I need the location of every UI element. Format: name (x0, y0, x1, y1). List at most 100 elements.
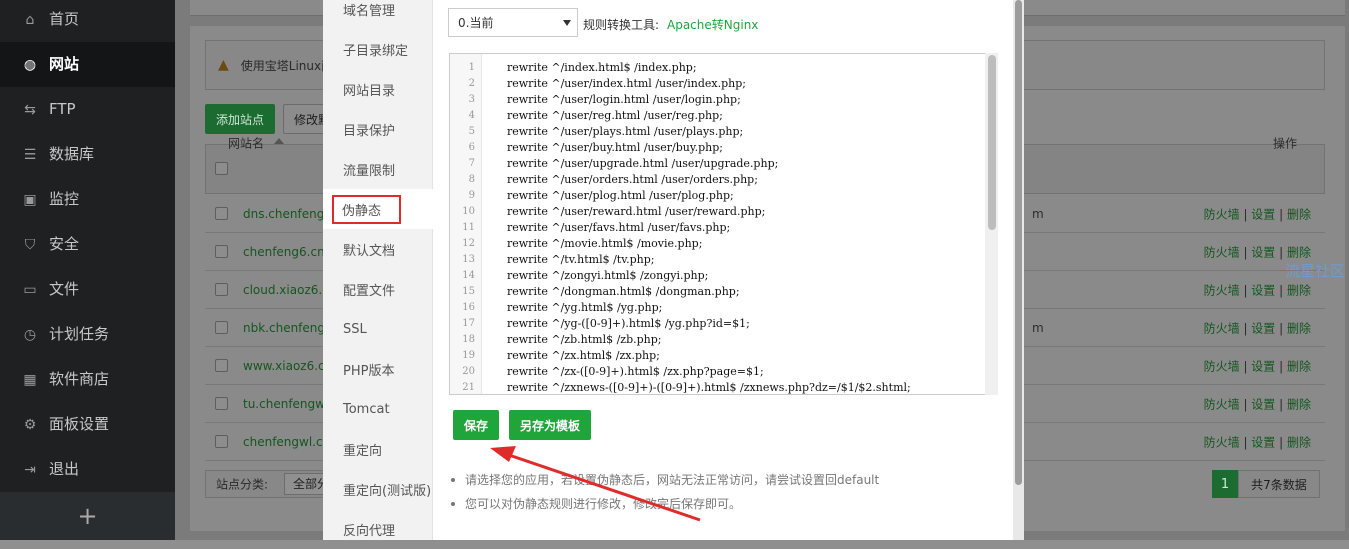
settings-link[interactable]: 设置 (1251, 245, 1275, 259)
grid-icon: ▦ (23, 371, 37, 388)
tab-3[interactable]: 目录保护 (323, 109, 433, 149)
delete-link[interactable]: 删除 (1287, 207, 1311, 221)
sidebar-item-6[interactable]: ▭ 文件 (0, 267, 175, 312)
row-checkbox[interactable] (215, 207, 228, 220)
editor-scrollbar[interactable] (985, 53, 998, 395)
code-area[interactable]: rewrite ^/index.html$ /index.php; rewrite… (507, 54, 987, 394)
site-name-link[interactable]: nbk.chenfengw (243, 321, 335, 335)
site-domain-suffix: m (1032, 320, 1044, 335)
sidebar-item-label: 软件商店 (49, 370, 110, 388)
tab-1[interactable]: 子目录绑定 (323, 29, 433, 69)
row-checkbox[interactable] (215, 283, 228, 296)
site-name-link[interactable]: dns.chenfengw (243, 207, 334, 221)
site-name-link[interactable]: tu.chenfengwl (243, 397, 328, 411)
firewall-link[interactable]: 防火墙 (1204, 207, 1240, 221)
tab-label: 目录保护 (343, 123, 396, 139)
version-select[interactable]: 0.当前 (448, 8, 578, 37)
sidebar-item-label: 数据库 (49, 145, 95, 163)
tab-13[interactable]: 反向代理 (323, 509, 433, 549)
tab-10[interactable]: Tomcat (323, 389, 433, 429)
save-as-template-button[interactable]: 另存为模板 (509, 410, 591, 440)
tab-6[interactable]: 默认文档 (323, 229, 433, 269)
tab-0[interactable]: 域名管理 (323, 0, 433, 29)
line-number: 7 (468, 158, 475, 169)
tab-7[interactable]: 配置文件 (323, 269, 433, 309)
sidebar-item-8[interactable]: ▦ 软件商店 (0, 357, 175, 402)
modal-tabs: 域名管理 子目录绑定网站目录目录保护流量限制 伪静态 默认文档 配置文件 SSL PHP版本… (323, 0, 433, 540)
watermark: 流星社区 (1285, 262, 1346, 280)
code-line: rewrite ^/user/index.html /user/index.ph… (507, 77, 746, 90)
sidebar-item-1[interactable]: ◍ 网站 (0, 42, 175, 87)
tab-12[interactable]: 重定向(测试版) (323, 469, 433, 509)
code-line: rewrite ^/user/orders.html /user/orders.… (507, 173, 758, 186)
rule-tool-label: 规则转换工具: (583, 18, 660, 32)
code-line: rewrite ^/zongyi.html$ /zongyi.php; (507, 269, 709, 282)
row-checkbox[interactable] (215, 245, 228, 258)
row-checkbox[interactable] (215, 397, 228, 410)
sidebar-item-2[interactable]: ⇆ FTP (0, 87, 175, 132)
row-actions: 防火墙 | 设置 | 删除 (1203, 283, 1311, 297)
rule-tool-link[interactable]: Apache转Nginx (667, 16, 758, 33)
select-all-checkbox[interactable] (215, 162, 228, 175)
tab-4[interactable]: 流量限制 (323, 149, 433, 189)
sidebar-item-7[interactable]: ◷ 计划任务 (0, 312, 175, 357)
settings-link[interactable]: 设置 (1251, 435, 1275, 449)
column-ops: 操作 (1273, 136, 1298, 151)
tab-9[interactable]: PHP版本 (323, 349, 433, 389)
modal-scrollbar[interactable] (1013, 0, 1024, 540)
sidebar-item-9[interactable]: ⚙ 面板设置 (0, 402, 175, 447)
tab-label: SSL (343, 321, 367, 337)
firewall-link[interactable]: 防火墙 (1204, 435, 1240, 449)
delete-link[interactable]: 删除 (1287, 283, 1311, 297)
line-number: 8 (468, 174, 475, 185)
row-actions: 防火墙 | 设置 | 删除 (1203, 245, 1311, 259)
firewall-link[interactable]: 防火墙 (1204, 245, 1240, 259)
sort-asc-icon[interactable] (274, 138, 284, 144)
line-number-gutter: 1 2 3 4 5 6 7 8 9 10 11 12 13 14 15 16 17 18 19 20 21 (450, 54, 482, 394)
code-line: rewrite ^/zxnews-([0-9]+)-([0-9]+).html$… (507, 381, 911, 394)
row-actions: 防火墙 | 设置 | 删除 (1203, 321, 1311, 335)
delete-link[interactable]: 删除 (1287, 435, 1311, 449)
site-name-link[interactable]: chenfengwl.co (243, 435, 330, 449)
sidebar-item-0[interactable]: ⌂ 首页 (0, 0, 175, 42)
line-number: 5 (468, 126, 475, 137)
delete-link[interactable]: 删除 (1287, 359, 1311, 373)
row-checkbox[interactable] (215, 321, 228, 334)
delete-link[interactable]: 删除 (1287, 245, 1311, 259)
firewall-link[interactable]: 防火墙 (1204, 359, 1240, 373)
settings-link[interactable]: 设置 (1251, 207, 1275, 221)
sidebar-item-5[interactable]: ⛉ 安全 (0, 222, 175, 267)
sidebar-item-label: 退出 (49, 460, 80, 478)
line-number: 3 (468, 94, 475, 105)
delete-link[interactable]: 删除 (1287, 321, 1311, 335)
firewall-link[interactable]: 防火墙 (1204, 321, 1240, 335)
page-current[interactable]: 1 (1212, 470, 1238, 498)
settings-link[interactable]: 设置 (1251, 283, 1275, 297)
delete-link[interactable]: 删除 (1287, 397, 1311, 411)
tab-5[interactable]: 伪静态 (323, 189, 433, 229)
row-checkbox[interactable] (215, 435, 228, 448)
rewrite-editor[interactable]: 1 2 3 4 5 6 7 8 9 10 11 12 13 14 15 16 17 18 19 20 21 rewrit… (449, 53, 998, 395)
settings-link[interactable]: 设置 (1251, 397, 1275, 411)
tab-label: 网站目录 (343, 83, 396, 99)
tab-8[interactable]: SSL (323, 309, 433, 349)
tab-2[interactable]: 网站目录 (323, 69, 433, 109)
home-icon: ⌂ (25, 11, 35, 28)
shield-icon: ⛉ (24, 236, 36, 253)
tab-11[interactable]: 重定向 (323, 429, 433, 469)
row-checkbox[interactable] (215, 359, 228, 372)
settings-link[interactable]: 设置 (1251, 321, 1275, 335)
site-name-link[interactable]: chenfeng6.cn (243, 245, 325, 259)
sidebar-item-4[interactable]: ▣ 监控 (0, 177, 175, 222)
sidebar-item-3[interactable]: ☰ 数据库 (0, 132, 175, 177)
firewall-link[interactable]: 防火墙 (1204, 397, 1240, 411)
settings-link[interactable]: 设置 (1251, 359, 1275, 373)
sidebar-add-button[interactable]: + (0, 492, 175, 540)
column-site-name[interactable]: 网站名 (228, 135, 264, 152)
sidebar-item-10[interactable]: ⇥ 退出 (0, 447, 175, 492)
page-total: 共7条数据 (1238, 470, 1320, 498)
site-name-link[interactable]: www.xiaoz6.cn (243, 359, 332, 373)
add-site-button[interactable]: 添加站点 (205, 104, 275, 134)
save-button[interactable]: 保存 (453, 410, 499, 440)
firewall-link[interactable]: 防火墙 (1204, 283, 1240, 297)
